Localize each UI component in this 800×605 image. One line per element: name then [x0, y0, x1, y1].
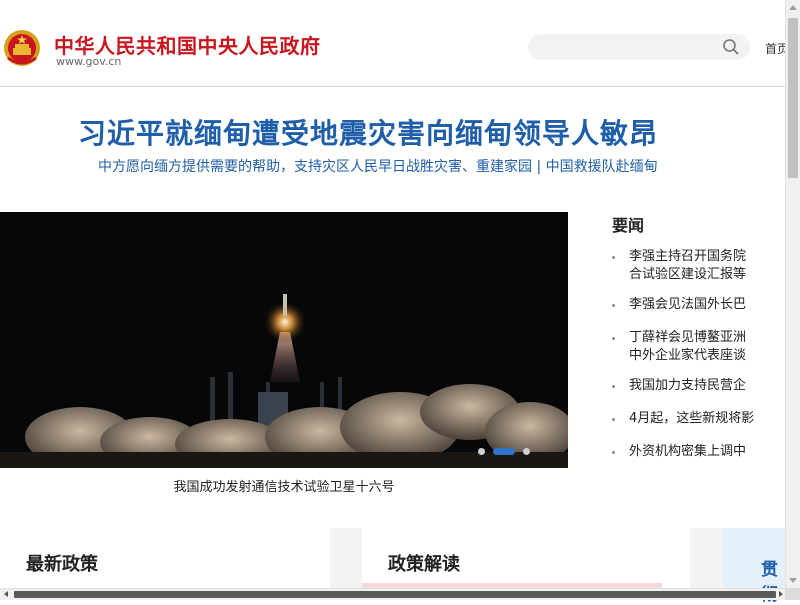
news-section-title[interactable]: 要闻 [612, 212, 644, 236]
horizontal-scroll-thumb[interactable] [14, 591, 776, 598]
site-url: www.gov.cn [56, 55, 122, 68]
news-item[interactable]: 外资机构密集上调中 [612, 443, 746, 461]
scroll-up-arrow-icon[interactable] [789, 5, 797, 10]
vertical-scrollbar[interactable] [785, 0, 800, 588]
news-item[interactable]: 我国加力支持民营企 [612, 377, 746, 395]
policy-interpretation-panel: 政策解读 [362, 528, 690, 588]
news-item[interactable]: 李强主持召开国务院 合试验区建设汇报等 [612, 248, 746, 284]
headline-subtitle[interactable]: 中方愿向缅方提供需要的帮助，支持灾区人民早日战胜灾害、重建家园 | 中国救援队赴… [98, 156, 658, 176]
scrollbar-corner [785, 588, 800, 600]
search-icon[interactable] [722, 38, 740, 56]
search-box [528, 34, 750, 60]
news-item[interactable]: 李强会见法国外长巴 [612, 296, 746, 314]
carousel-dot[interactable] [523, 447, 530, 455]
carousel-dot[interactable] [478, 447, 485, 455]
policy-interpretation-title[interactable]: 政策解读 [388, 550, 460, 576]
vertical-scroll-thumb[interactable] [788, 18, 798, 178]
national-emblem-icon[interactable] [2, 28, 42, 68]
latest-policy-panel: 最新政策 [0, 528, 330, 588]
search-input[interactable] [528, 34, 722, 60]
headline-title[interactable]: 习近平就缅甸遭受地震灾害向缅甸领导人敏昂 [78, 112, 658, 152]
site-header: 中华人民共和国中央人民政府 www.gov.cn 首页 [0, 0, 789, 87]
carousel-indicators [478, 447, 530, 455]
carousel-dot-active[interactable] [493, 447, 515, 455]
special-topic-panel[interactable]: 贯彻 [723, 528, 785, 605]
scroll-right-arrow-icon[interactable] [779, 591, 783, 597]
horizontal-scrollbar[interactable] [0, 588, 785, 600]
news-item[interactable]: 4月起，这些新规将影 [612, 410, 754, 428]
scroll-down-arrow-icon[interactable] [789, 578, 797, 583]
news-item[interactable]: 丁薛祥会见博鳌亚洲 中外企业家代表座谈 [612, 329, 746, 365]
latest-policy-title[interactable]: 最新政策 [26, 550, 98, 576]
scroll-left-arrow-icon[interactable] [4, 591, 8, 597]
hero-image-rocket-launch[interactable] [0, 212, 568, 468]
hero-caption[interactable]: 我国成功发射通信技术试验卫星十六号 [0, 476, 568, 495]
